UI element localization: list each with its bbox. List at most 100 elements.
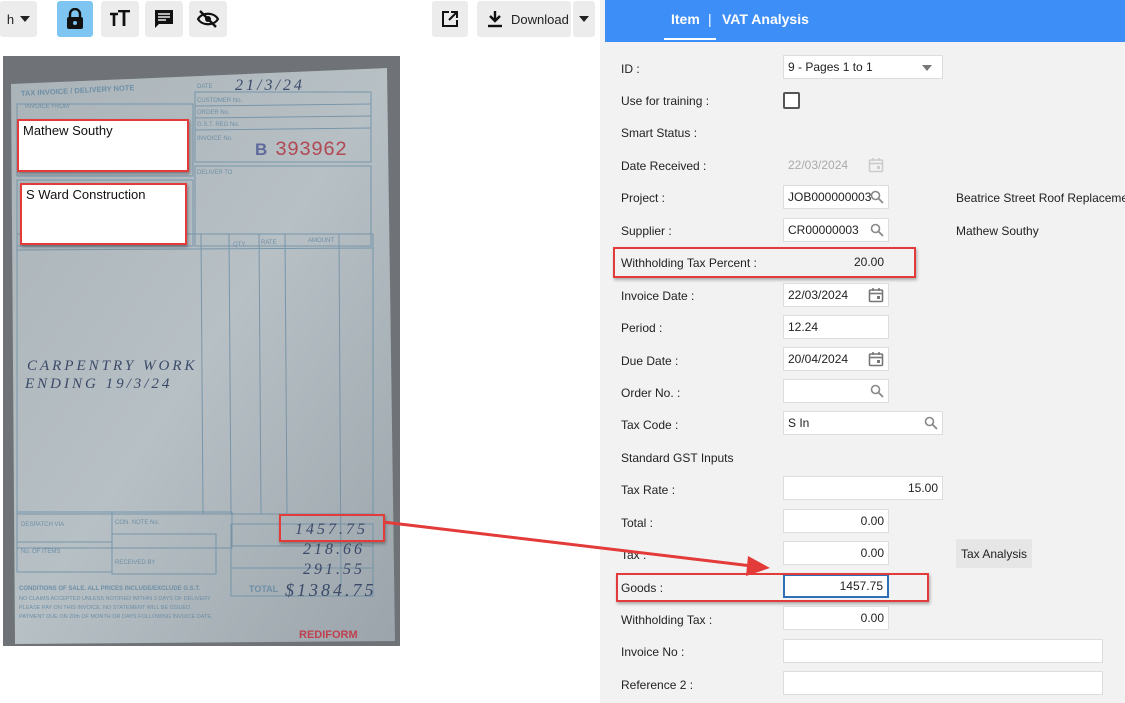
svg-text:DESPATCH VIA: DESPATCH VIA xyxy=(21,522,64,528)
tax-label: Tax : xyxy=(621,548,647,562)
download-button[interactable]: Download xyxy=(477,1,571,37)
reference2-label: Reference 2 : xyxy=(621,678,694,692)
calendar-icon xyxy=(868,158,884,173)
search-icon[interactable] xyxy=(870,223,884,237)
lock-icon xyxy=(67,8,83,29)
svg-text:291.55: 291.55 xyxy=(303,561,365,578)
svg-text:G.S.T. REG No.: G.S.T. REG No. xyxy=(197,122,240,128)
period-label: Period : xyxy=(621,321,663,335)
supplier-field[interactable]: CR00000003 xyxy=(783,218,889,242)
tax-code-label: Tax Code : xyxy=(621,418,679,432)
view-dropdown[interactable]: h xyxy=(0,1,37,37)
search-icon[interactable] xyxy=(870,190,884,204)
project-value: JOB000000003 xyxy=(788,190,872,204)
tab-item[interactable]: Item xyxy=(671,11,700,27)
supplier-annotation[interactable]: Mathew Southy xyxy=(17,119,189,172)
chevron-down-icon xyxy=(922,65,932,71)
wht-field[interactable]: 0.00 xyxy=(783,606,889,630)
open-external-icon xyxy=(442,11,458,27)
svg-text:DELIVER TO: DELIVER TO xyxy=(197,170,233,176)
svg-text:PAYMENT DUE ON 20th OF MONTH O: PAYMENT DUE ON 20th OF MONTH OR DAYS FOL… xyxy=(19,614,213,620)
svg-text:TOTAL: TOTAL xyxy=(249,584,279,594)
svg-text:393962: 393962 xyxy=(275,139,347,162)
svg-text:RATE: RATE xyxy=(261,240,277,246)
project-label: Project : xyxy=(621,191,666,205)
svg-text:AMOUNT: AMOUNT xyxy=(308,238,334,244)
view-dropdown-label: h xyxy=(6,11,15,27)
chevron-down-icon xyxy=(20,16,31,22)
supplier-name: Mathew Southy xyxy=(956,224,1039,238)
search-icon[interactable] xyxy=(924,416,938,430)
total-field[interactable]: 0.00 xyxy=(783,509,889,533)
customer-annotation-text: S Ward Construction xyxy=(26,187,146,202)
svg-text:$1384.75: $1384.75 xyxy=(285,580,377,600)
calendar-icon[interactable] xyxy=(868,287,884,303)
svg-text:ORDER No.: ORDER No. xyxy=(197,110,230,116)
project-field[interactable]: JOB000000003 xyxy=(783,185,889,209)
tax-code-field[interactable]: S In xyxy=(783,411,943,435)
svg-text:CUSTOMER No.: CUSTOMER No. xyxy=(197,98,243,104)
smart-status-label: Smart Status : xyxy=(621,126,698,140)
training-label: Use for training : xyxy=(621,94,710,108)
reference2-field[interactable] xyxy=(783,671,1103,695)
goods-field[interactable]: 1457.75 xyxy=(783,574,889,598)
comment-icon xyxy=(155,10,173,28)
wht-label: Withholding Tax : xyxy=(621,613,713,627)
svg-text:INVOICE FROM: INVOICE FROM xyxy=(25,104,69,110)
svg-text:REDIFORM: REDIFORM xyxy=(299,629,358,641)
calendar-icon[interactable] xyxy=(868,351,884,367)
tax-field[interactable]: 0.00 xyxy=(783,541,889,565)
tax-rate-field[interactable]: 15.00 xyxy=(783,476,943,500)
wht-percent-value: 20.00 xyxy=(853,255,884,269)
search-icon[interactable] xyxy=(870,384,884,398)
invoice-no-field[interactable] xyxy=(783,639,1103,663)
hide-annotations-button[interactable] xyxy=(189,1,227,37)
svg-text:21/3/24: 21/3/24 xyxy=(235,77,305,94)
invoice-date-field[interactable]: 22/03/2024 xyxy=(783,283,889,307)
wht-percent-field[interactable]: 20.00 xyxy=(783,250,889,274)
invoice-date-label: Invoice Date : xyxy=(621,289,695,303)
date-received-field: 22/03/2024 xyxy=(783,153,889,177)
svg-text:CARPENTRY WORK: CARPENTRY WORK xyxy=(27,358,197,374)
tax-code-description: Standard GST Inputs xyxy=(621,451,734,465)
id-label: ID : xyxy=(621,62,640,76)
svg-text:218.66: 218.66 xyxy=(303,541,365,558)
due-date-value: 20/04/2024 xyxy=(788,352,849,366)
svg-text:1457.75: 1457.75 xyxy=(295,521,368,538)
svg-text:DATE: DATE xyxy=(197,84,213,90)
svg-text:INVOICE No.: INVOICE No. xyxy=(197,136,233,142)
chevron-down-icon xyxy=(579,16,589,22)
id-select[interactable]: 9 - Pages 1 to 1 xyxy=(783,55,943,79)
due-date-field[interactable]: 20/04/2024 xyxy=(783,347,889,371)
date-received-label: Date Received : xyxy=(621,159,707,173)
active-tab-indicator xyxy=(664,38,716,40)
invoice-image: QTY. RATE AMOUNT DESPATCH VIA CON. NOTE … xyxy=(3,56,400,646)
order-no-label: Order No. : xyxy=(621,386,681,400)
customer-annotation[interactable]: S Ward Construction xyxy=(20,183,187,245)
lock-button[interactable] xyxy=(57,1,93,37)
open-external-button[interactable] xyxy=(432,1,468,37)
due-date-label: Due Date : xyxy=(621,354,679,368)
panel-header: Item | VAT Analysis xyxy=(605,0,1125,42)
date-received-value: 22/03/2024 xyxy=(788,158,849,172)
training-checkbox[interactable] xyxy=(783,92,800,109)
tax-value: 0.00 xyxy=(860,546,884,560)
text-size-icon xyxy=(110,10,130,26)
download-options-button[interactable] xyxy=(573,1,595,37)
document-viewer: QTY. RATE AMOUNT DESPATCH VIA CON. NOTE … xyxy=(0,42,600,703)
tax-analysis-label: Tax Analysis xyxy=(960,546,1028,561)
order-no-field[interactable] xyxy=(783,379,889,403)
download-icon xyxy=(488,11,502,28)
wht-value: 0.00 xyxy=(860,611,884,625)
svg-text:NO CLAIMS ACCEPTED UNLESS NOTI: NO CLAIMS ACCEPTED UNLESS NOTIFIED WITHI… xyxy=(19,596,211,602)
wht-percent-label: Withholding Tax Percent : xyxy=(621,256,757,270)
tab-vat-analysis[interactable]: VAT Analysis xyxy=(722,11,809,27)
invoice-no-label: Invoice No : xyxy=(621,645,685,659)
text-size-button[interactable] xyxy=(101,1,139,37)
project-name: Beatrice Street Roof Replacement xyxy=(956,191,1125,205)
period-field[interactable]: 12.24 xyxy=(783,315,889,339)
comment-button[interactable] xyxy=(145,1,183,37)
tax-analysis-button[interactable]: Tax Analysis xyxy=(956,539,1032,568)
download-label: Download xyxy=(511,11,569,27)
supplier-value: CR00000003 xyxy=(788,223,859,237)
